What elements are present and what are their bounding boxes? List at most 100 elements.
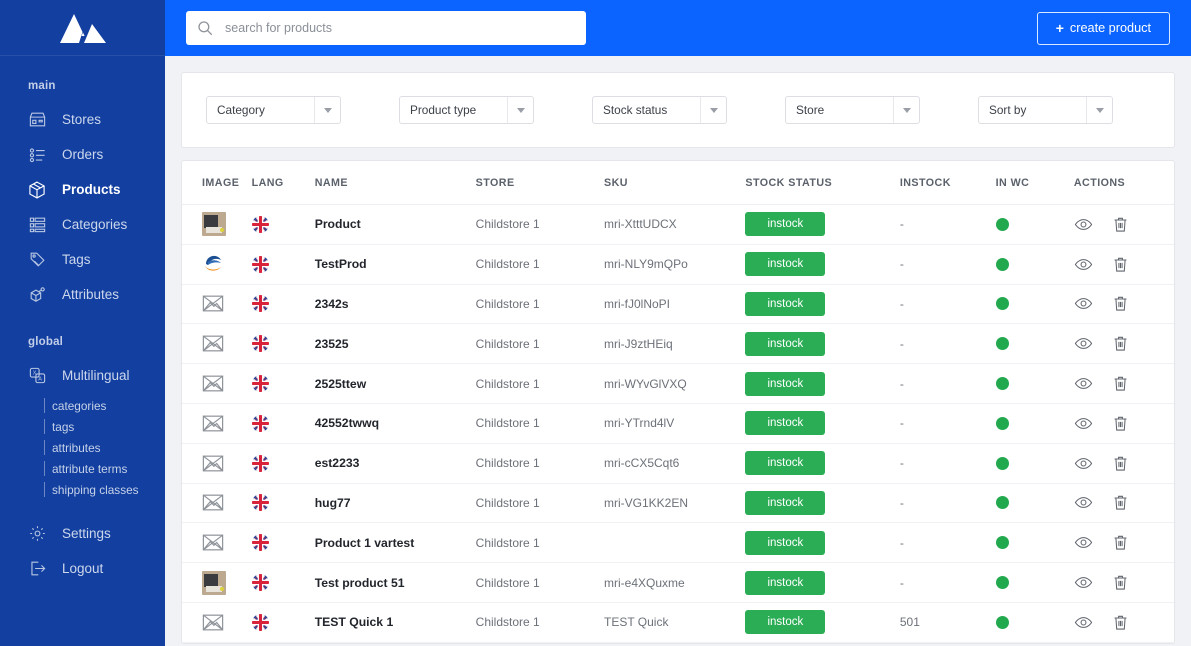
view-icon[interactable]	[1074, 454, 1093, 473]
cell-instock: -	[899, 323, 996, 365]
cell-name[interactable]: 42552twwq	[314, 403, 476, 444]
table-row[interactable]: Test product 51 Childstore 1 mri-e4XQuxme i…	[182, 562, 1174, 603]
cell-name[interactable]: Test product 51	[314, 562, 476, 603]
cell-name[interactable]: 2342s	[314, 284, 476, 325]
sidebar-item-logout[interactable]: Logout	[0, 551, 165, 586]
cell-in-wc	[995, 443, 1074, 484]
cell-image	[182, 403, 252, 444]
view-icon[interactable]	[1074, 215, 1093, 234]
cell-stock-status: instock	[745, 443, 900, 484]
box-package-icon	[26, 179, 48, 201]
sidebar-item-stores[interactable]: Stores	[0, 102, 165, 137]
cell-name[interactable]: hug77	[314, 483, 476, 524]
sidebar-item-attributes[interactable]: Attributes	[0, 277, 165, 312]
table-row[interactable]: 2525ttew Childstore 1 mri-WYvGlVXQ instock -	[182, 363, 1174, 404]
in-wc-green-dot	[995, 217, 1009, 231]
sidebar-item-products[interactable]: Products	[0, 172, 165, 207]
table-row[interactable]: TEST Quick 1 Childstore 1 TEST Quick instoc…	[182, 602, 1174, 643]
chevron-down-icon	[893, 97, 919, 123]
store-name: Childstore 1	[475, 575, 540, 590]
store-icon	[26, 109, 48, 131]
table-row[interactable]: TestProd Childstore 1 mri-NLY9mQPo instock -	[182, 244, 1174, 285]
store-select[interactable]: Store	[785, 96, 920, 124]
row-actions	[1074, 573, 1174, 592]
status-badge: instock	[745, 530, 826, 555]
sidebar-subitem-tags[interactable]: tags	[0, 416, 165, 437]
view-icon[interactable]	[1074, 374, 1093, 393]
sidebar-subitem-label: attributes	[52, 440, 101, 455]
search-input[interactable]	[223, 11, 576, 45]
view-icon[interactable]	[1074, 493, 1093, 512]
cell-lang	[251, 602, 315, 643]
delete-icon[interactable]	[1111, 294, 1130, 313]
uk-flag-icon	[251, 215, 269, 233]
cell-store: Childstore 1	[475, 284, 604, 325]
cell-sku: mri-VG1KK2EN	[604, 483, 746, 524]
chevron-down-icon	[507, 97, 533, 123]
cell-name[interactable]: TestProd	[314, 244, 476, 285]
table-row[interactable]: est2233 Childstore 1 mri-cCX5Cqt6 instock -	[182, 443, 1174, 484]
cell-stock-status: instock	[745, 204, 900, 245]
sidebar-subitem-attributes[interactable]: attributes	[0, 437, 165, 458]
table-row[interactable]: Product Childstore 1 mri-XtttUDCX instock -	[182, 204, 1174, 245]
delete-icon[interactable]	[1111, 334, 1130, 353]
table-row[interactable]: 2342s Childstore 1 mri-fJ0lNoPI instock -	[182, 284, 1174, 325]
in-wc-green-dot	[995, 377, 1009, 391]
table-row[interactable]: hug77 Childstore 1 mri-VG1KK2EN instock -	[182, 483, 1174, 524]
sidebar-item-label: Settings	[62, 526, 111, 541]
cell-name[interactable]: Product	[314, 204, 476, 245]
multilingual-sublist: categories tags attributes attribute ter…	[0, 393, 165, 506]
column-header-actions: ACTIONS	[1073, 161, 1174, 205]
gear-icon	[26, 523, 48, 545]
delete-icon[interactable]	[1111, 414, 1130, 433]
delete-icon[interactable]	[1111, 613, 1130, 632]
cell-name[interactable]: 2525ttew	[314, 363, 476, 404]
search-box[interactable]	[186, 11, 586, 45]
cell-stock-status: instock	[745, 244, 900, 285]
table-row[interactable]: 23525 Childstore 1 mri-J9ztHEiq instock -	[182, 323, 1174, 365]
view-icon[interactable]	[1074, 414, 1093, 433]
view-icon[interactable]	[1074, 573, 1093, 592]
stock-status-select[interactable]: Stock status	[592, 96, 727, 124]
delete-icon[interactable]	[1111, 374, 1130, 393]
delete-icon[interactable]	[1111, 454, 1130, 473]
category-select[interactable]: Category	[206, 96, 341, 124]
delete-icon[interactable]	[1111, 255, 1130, 274]
sidebar-item-categories[interactable]: Categories	[0, 207, 165, 242]
view-icon[interactable]	[1074, 294, 1093, 313]
table-row[interactable]: 42552twwq Childstore 1 mri-YTrnd4lV instock…	[182, 403, 1174, 444]
sidebar-item-tags[interactable]: Tags	[0, 242, 165, 277]
delete-icon[interactable]	[1111, 493, 1130, 512]
image-placeholder-icon	[202, 335, 224, 352]
sidebar-subitem-categories[interactable]: categories	[0, 395, 165, 416]
cell-store: Childstore 1	[475, 483, 604, 524]
instock-value: -	[899, 575, 904, 590]
cell-lang	[251, 403, 315, 444]
cell-name[interactable]: 23525	[314, 323, 476, 365]
sidebar-item-orders[interactable]: Orders	[0, 137, 165, 172]
status-badge: instock	[745, 212, 826, 237]
product-type-select[interactable]: Product type	[399, 96, 534, 124]
view-icon[interactable]	[1074, 255, 1093, 274]
create-product-button[interactable]: + create product	[1036, 11, 1170, 45]
in-wc-green-dot	[995, 576, 1009, 590]
cell-image	[182, 204, 252, 245]
cell-name[interactable]: Product 1 vartest	[314, 522, 476, 564]
sidebar-item-multilingual[interactable]: X A Multilingual	[0, 358, 165, 393]
sidebar-subitem-shipping-classes[interactable]: shipping classes	[0, 479, 165, 500]
cell-name[interactable]: TEST Quick 1	[314, 602, 476, 643]
table-head: IMAGE LANG NAME STORE SKU STOCK STATUS I…	[182, 161, 1174, 205]
sort-by-select[interactable]: Sort by	[978, 96, 1113, 124]
view-icon[interactable]	[1074, 613, 1093, 632]
delete-icon[interactable]	[1111, 533, 1130, 552]
sidebar-subitem-attribute-terms[interactable]: attribute terms	[0, 458, 165, 479]
sidebar-item-settings[interactable]: Settings	[0, 516, 165, 551]
view-icon[interactable]	[1074, 533, 1093, 552]
delete-icon[interactable]	[1111, 573, 1130, 592]
view-icon[interactable]	[1074, 334, 1093, 353]
cell-name[interactable]: est2233	[314, 443, 476, 484]
delete-icon[interactable]	[1111, 215, 1130, 234]
instock-value: -	[899, 495, 904, 510]
table-row[interactable]: Product 1 vartest Childstore 1 instock -	[182, 522, 1174, 564]
store-name: Childstore 1	[475, 495, 540, 510]
